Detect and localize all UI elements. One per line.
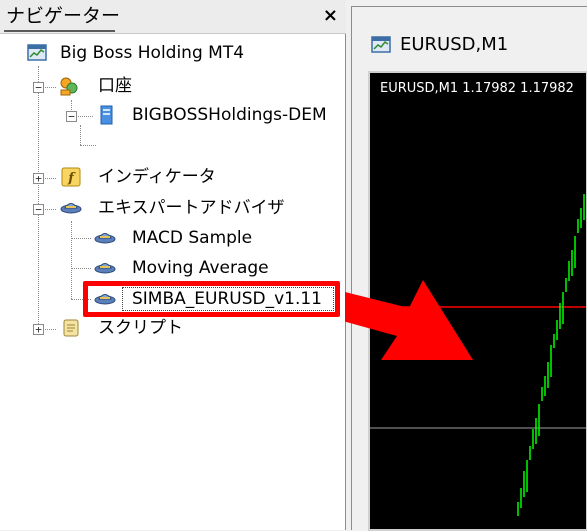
- navigator-title: ナビゲーター: [6, 5, 121, 27]
- chart-titlebar[interactable]: EURUSD,M1: [352, 7, 587, 69]
- expander-indicators[interactable]: +: [33, 173, 44, 184]
- tree-line: [71, 268, 91, 269]
- expander-scripts[interactable]: +: [33, 324, 44, 335]
- tree-line: [71, 238, 91, 239]
- tree-label-root: Big Boss Holding MT4: [60, 43, 245, 63]
- expert-advisor-icon: [94, 233, 116, 244]
- tree-label-account-server: BIGBOSSHoldings-DEM: [132, 105, 327, 125]
- scroll-icon: [63, 319, 79, 337]
- navigator-header: ナビゲーター ×: [0, 0, 346, 34]
- expander-accounts[interactable]: −: [33, 82, 44, 93]
- red-arrow-icon: [345, 280, 473, 360]
- tree-label-scripts: スクリプト: [98, 318, 183, 338]
- accounts-icon: [60, 77, 78, 96]
- terminal-icon: [27, 44, 47, 61]
- chart-window[interactable]: EURUSD,M1 EURUSD,M1 1.17982 1.17982: [351, 6, 587, 531]
- tree-line: [71, 221, 72, 299]
- navigator-title-underline: [4, 30, 115, 32]
- tree-label-indicators: インディケータ: [98, 167, 216, 187]
- chart-window-icon: [371, 36, 391, 53]
- expander-account-server[interactable]: −: [66, 111, 77, 122]
- candles-group: [517, 194, 585, 516]
- expert-advisor-icon: [94, 263, 116, 274]
- tree-line: [80, 125, 81, 145]
- tree-line: [80, 145, 96, 146]
- expander-experts[interactable]: −: [33, 204, 44, 215]
- function-icon: f: [61, 167, 81, 187]
- tree-label-expert: Moving Average: [132, 258, 269, 278]
- expert-advisor-icon: [60, 203, 82, 214]
- navigator-close-button[interactable]: ×: [323, 6, 338, 26]
- tree-label-accounts: 口座: [98, 76, 132, 96]
- chart-window-title: EURUSD,M1: [400, 34, 509, 55]
- red-highlight-box: [83, 281, 340, 317]
- tree-label-expert: MACD Sample: [132, 228, 253, 248]
- tree-line: [38, 66, 39, 334]
- tree-label-experts: エキスパートアドバイザ: [98, 198, 285, 218]
- navigator-panel: ナビゲーター × Big Boss Holding MT4 − 口座 − BIG…: [0, 0, 346, 530]
- server-icon: [100, 105, 113, 125]
